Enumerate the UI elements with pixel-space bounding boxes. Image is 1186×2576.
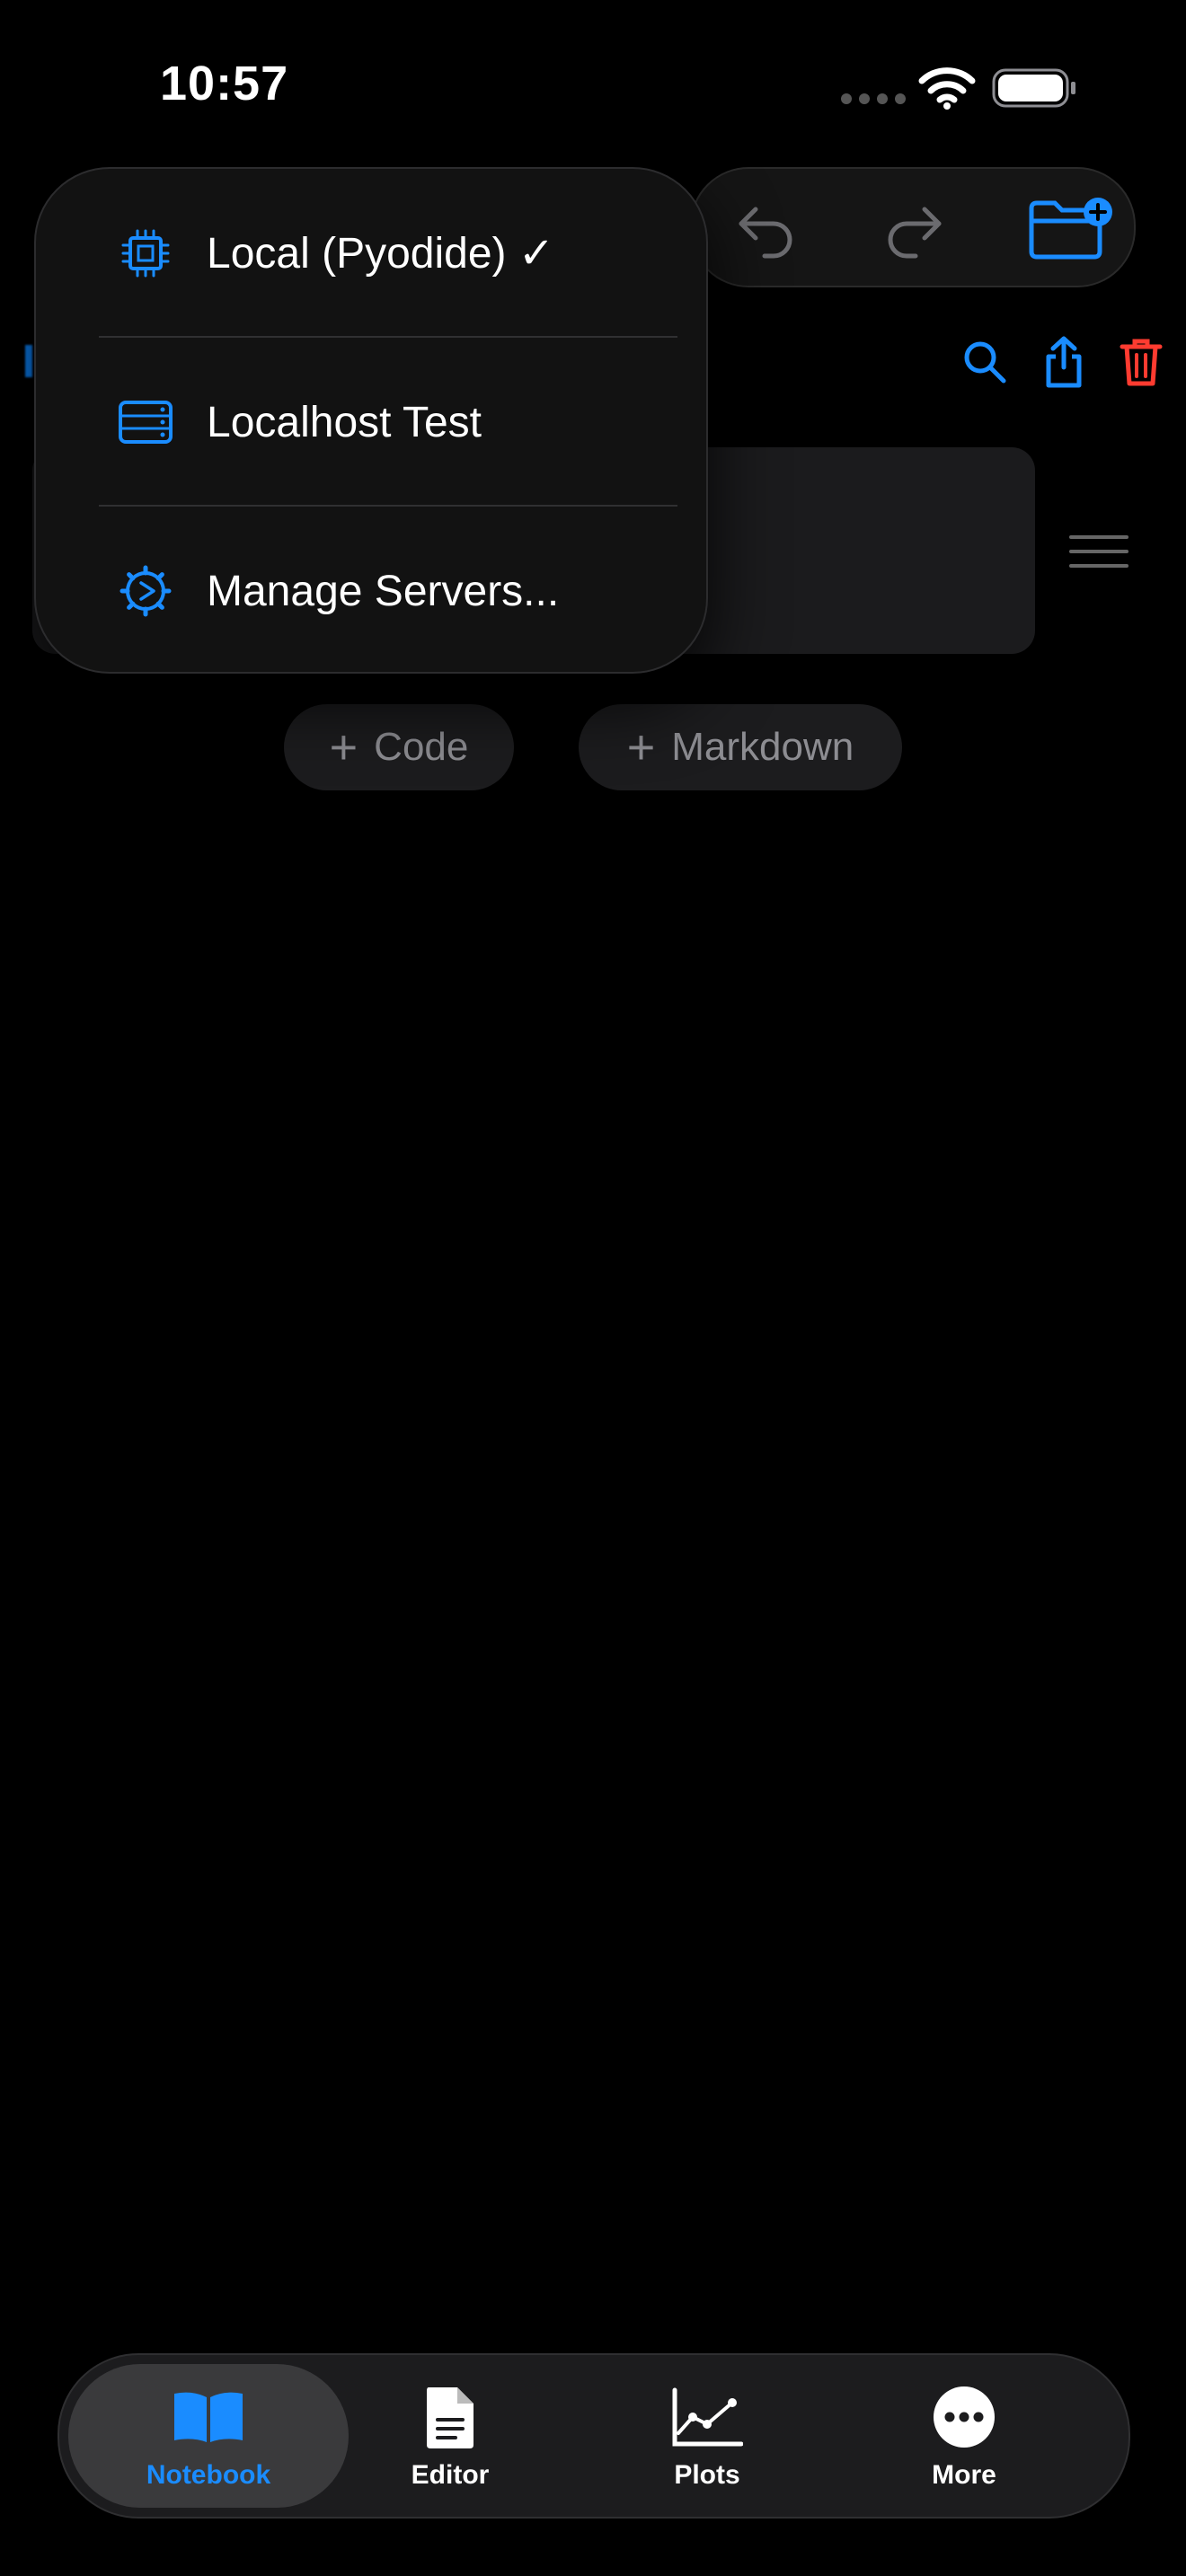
folder-plus-icon [1029,198,1112,260]
redo-button[interactable] [879,192,951,264]
share-button[interactable] [1037,332,1091,392]
menu-item-manage-servers[interactable]: Manage Servers... [36,507,706,675]
server-selection-menu: Local (Pyodide) ✓ Localhost Test Manage … [34,167,708,674]
toolbar-pill [690,167,1136,287]
tab-editor[interactable]: Editor [329,2364,571,2508]
trash-icon [1120,339,1163,386]
wifi-icon [918,66,976,114]
add-markdown-cell-button[interactable]: + Markdown [579,704,902,790]
menu-item-label: Local (Pyodide) ✓ [207,230,555,278]
notebook-title-marker [25,345,32,377]
plus-icon: + [329,720,358,774]
server-rack-icon [113,390,178,454]
tab-label: More [932,2460,996,2490]
delete-button[interactable] [1114,332,1168,392]
menu-item-label: Manage Servers... [207,567,560,615]
redo-arrow-icon [888,207,942,259]
book-open-icon [168,2381,249,2453]
search-icon [964,341,1006,384]
add-code-label: Code [374,725,469,769]
menu-item-label: Localhost Test [207,398,482,446]
tab-more[interactable]: More [843,2364,1085,2508]
document-icon [410,2381,491,2453]
battery-icon [992,66,1078,114]
cpu-chip-icon [113,221,178,286]
tab-notebook[interactable]: Notebook [68,2364,349,2508]
tab-label: Notebook [146,2460,271,2490]
plus-icon: + [626,720,656,774]
add-code-cell-button[interactable]: + Code [284,704,514,790]
search-button[interactable] [958,332,1012,392]
line-chart-icon [667,2381,748,2453]
menu-item-localhost-test[interactable]: Localhost Test [36,338,706,507]
gear-play-icon [113,559,178,623]
tab-label: Editor [411,2460,490,2490]
share-icon [1046,336,1082,388]
tab-bar: Notebook Editor Plots More [58,2353,1130,2519]
tab-label: Plots [674,2460,740,2490]
cellular-signal-icon [841,93,906,104]
tab-plots[interactable]: Plots [586,2364,828,2508]
menu-item-local-pyodide[interactable]: Local (Pyodide) ✓ [36,169,706,338]
add-markdown-label: Markdown [671,725,854,769]
undo-button[interactable] [730,192,801,264]
new-folder-button[interactable] [1026,192,1116,264]
status-time: 10:57 [160,57,289,110]
ellipsis-circle-icon [924,2381,1005,2453]
drag-handle-icon[interactable] [1069,535,1128,578]
undo-arrow-icon [739,207,792,259]
